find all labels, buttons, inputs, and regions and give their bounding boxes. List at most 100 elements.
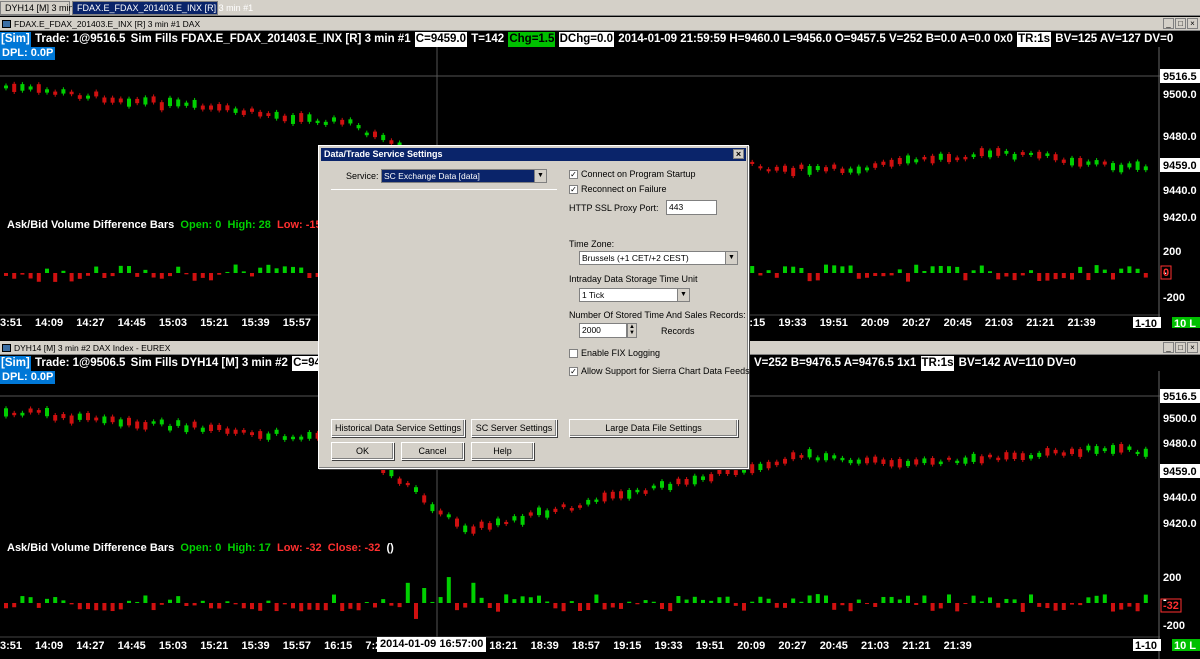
x-axis-tick: 15:03 xyxy=(159,640,187,652)
reconnect-checkbox[interactable]: ✓ xyxy=(569,185,578,194)
volume-bar xyxy=(381,599,386,603)
volume-bar xyxy=(1094,265,1099,273)
price-tick: 9459.0 xyxy=(1163,160,1197,172)
candle-bar xyxy=(323,121,328,125)
candle-bar xyxy=(217,104,222,111)
volume-bar xyxy=(200,600,205,603)
cancel-button[interactable]: Cancel xyxy=(401,442,464,460)
large-data-file-settings-button[interactable]: Large Data File Settings xyxy=(569,419,738,437)
daily-change-value: DChg=0.0 xyxy=(558,32,614,47)
x-axis-tick: 20:45 xyxy=(944,317,972,328)
volume-bar xyxy=(832,603,837,610)
volume-bar xyxy=(578,603,582,611)
volume-bar xyxy=(209,603,213,609)
x-axis-tick: 20:09 xyxy=(861,317,889,328)
scale-label[interactable]: 1-10 xyxy=(1135,640,1157,652)
study-close: Close: -32 xyxy=(327,542,381,554)
volume-bar xyxy=(774,273,779,278)
price-tick: 9516.5 xyxy=(1163,391,1197,403)
volume-bar xyxy=(1143,594,1148,603)
candle-bar xyxy=(528,512,533,516)
minimize-button[interactable]: _ xyxy=(1163,342,1174,353)
sim-badge: [Sim] xyxy=(0,32,31,47)
maximize-button[interactable]: □ xyxy=(1175,18,1186,29)
maximize-button[interactable]: □ xyxy=(1175,342,1186,353)
volume-bar xyxy=(799,267,804,273)
candle-bar xyxy=(881,459,886,464)
candle-bar xyxy=(151,96,156,103)
x-axis-tick: 18:21 xyxy=(489,640,517,652)
candle-bar xyxy=(1127,163,1132,168)
volume-bar xyxy=(53,597,58,603)
candle-bar xyxy=(291,115,295,124)
timezone-select[interactable]: Brussels (+1 CET/+2 CEST) ▼ xyxy=(579,251,738,265)
chevron-down-icon: ▼ xyxy=(725,252,737,264)
candle-bar xyxy=(209,424,213,431)
close-button[interactable]: × xyxy=(1187,342,1198,353)
volume-bar xyxy=(364,601,369,603)
proxy-port-input[interactable]: 443 xyxy=(666,200,717,215)
dialog-close-button[interactable]: × xyxy=(733,149,744,159)
volume-bar xyxy=(184,273,189,275)
volume-bar xyxy=(807,273,812,282)
candle-bar xyxy=(1037,452,1042,457)
volume-bar xyxy=(102,603,107,611)
records-input[interactable]: 2000 xyxy=(579,323,627,338)
volume-bar xyxy=(12,603,17,608)
storage-unit-select[interactable]: 1 Tick ▼ xyxy=(579,288,690,302)
x-axis-tick: 14:45 xyxy=(118,317,146,328)
help-button[interactable]: Help xyxy=(471,442,534,460)
bottom-chart-info-right: V=252 B=9476.5 A=9476.5 1x1 TR:1s BV=142… xyxy=(753,356,1077,371)
volume-bar xyxy=(274,603,279,612)
volume-bar xyxy=(799,601,804,603)
candle-bar xyxy=(258,111,263,117)
price-tick: 9500.0 xyxy=(1163,413,1197,425)
candle-bar xyxy=(28,408,33,413)
sierra-feeds-checkbox[interactable]: ✓ xyxy=(569,367,578,376)
historical-data-settings-button[interactable]: Historical Data Service Settings xyxy=(331,419,465,437)
candle-bar xyxy=(840,457,845,461)
candle-bar xyxy=(241,429,246,433)
volume-bar xyxy=(979,601,984,603)
volume-bar xyxy=(12,273,17,279)
scale-label[interactable]: 1-10 xyxy=(1135,318,1157,328)
candle-bar xyxy=(159,419,164,425)
volume-bar xyxy=(848,603,853,612)
candle-bar xyxy=(1061,452,1066,456)
candle-bar xyxy=(12,83,17,92)
volume-bar xyxy=(783,266,787,273)
fix-logging-checkbox[interactable] xyxy=(569,349,578,358)
candle-bar xyxy=(914,459,919,465)
volume-bar xyxy=(438,597,443,603)
study-high: High: 28 xyxy=(227,219,271,231)
close-button[interactable]: × xyxy=(1187,18,1198,29)
study-open: Open: 0 xyxy=(180,542,222,554)
service-select[interactable]: SC Exchange Data [data] ▼ xyxy=(381,169,547,183)
top-chart-info-line: [Sim] Trade: 1@9516.5 Sim Fills FDAX.E_F… xyxy=(0,32,1174,47)
volume-bar xyxy=(455,603,459,611)
candle-bar xyxy=(963,156,968,160)
tab-dyh14[interactable]: DYH14 [M] 3 min #2 xyxy=(0,1,86,15)
connect-startup-checkbox[interactable]: ✓ xyxy=(569,170,578,179)
volume-bar xyxy=(742,603,746,611)
volume-bar xyxy=(159,603,164,605)
volume-bar xyxy=(1127,266,1132,273)
candle-bar xyxy=(971,453,976,462)
tab-fdax[interactable]: FDAX.E_FDAX_201403.E_INX [R] 3 min #1 xyxy=(72,1,253,15)
minimize-button[interactable]: _ xyxy=(1163,18,1174,29)
volume-bar xyxy=(1053,273,1058,280)
volume-bar xyxy=(1004,598,1009,603)
records-stepper[interactable]: ▲ ▼ xyxy=(627,323,637,338)
x-axis-tick: 15:21 xyxy=(200,640,228,652)
candle-bar xyxy=(766,461,771,469)
candle-bar xyxy=(873,456,878,463)
tr-badge: TR:1s xyxy=(920,356,955,371)
ok-button[interactable]: OK xyxy=(331,442,394,460)
volume-bar xyxy=(1086,273,1091,281)
sc-server-settings-button[interactable]: SC Server Settings xyxy=(471,419,557,437)
volume-bar xyxy=(1070,273,1074,280)
candle-bar xyxy=(397,478,402,484)
volume-bar xyxy=(274,268,279,273)
volume-bar xyxy=(20,273,25,275)
volume-bar xyxy=(1143,273,1148,278)
